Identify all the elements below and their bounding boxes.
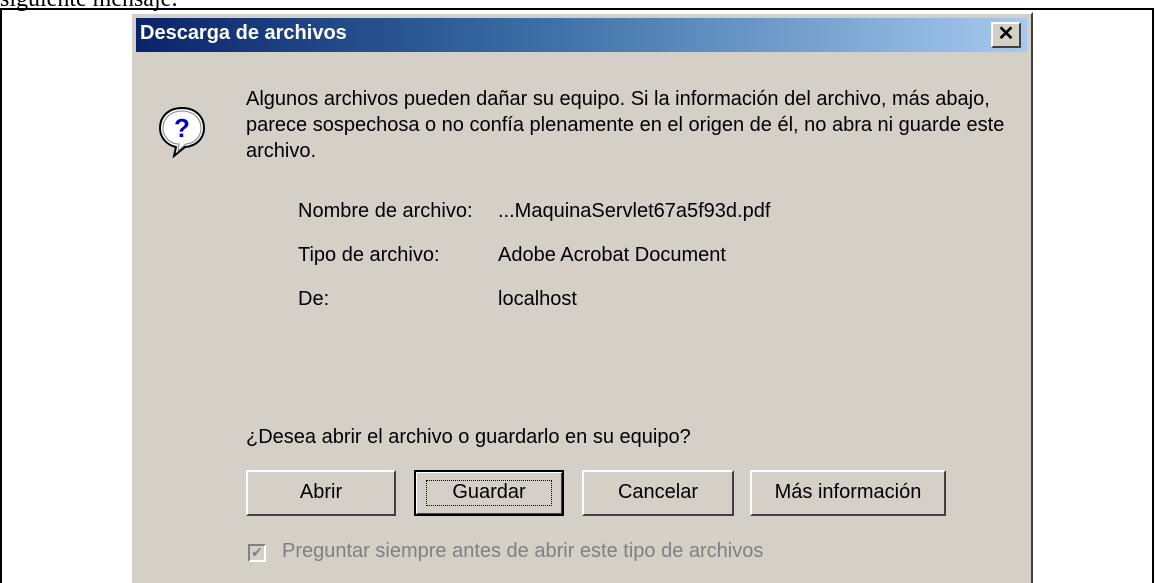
save-button[interactable]: Guardar [414,470,564,516]
close-button[interactable]: ✕ [991,22,1021,48]
file-type-value: Adobe Acrobat Document [498,244,726,266]
save-button-label: Guardar [452,481,526,503]
open-button-label: Abrir [299,481,343,503]
checkmark-icon: ✔ [251,545,263,561]
from-label: De: [298,288,330,310]
close-icon: ✕ [997,23,1015,45]
table-border-left [0,8,2,583]
file-type-label: Tipo de archivo: [298,244,440,266]
question-icon: ? [158,106,206,158]
file-name-label: Nombre de archivo: [298,200,473,222]
document-page: siguiente mensaje: Descarga de archivos … [0,0,1155,583]
table-border-right [1152,8,1154,583]
always-ask-label: Preguntar siempre antes de abrir este ti… [282,540,764,562]
warning-message: Algunos archivos pueden dañar su equipo.… [246,88,1005,162]
file-name-value: ...MaquinaServlet67a5f93d.pdf [498,200,771,222]
more-info-button[interactable]: Más información [750,470,946,516]
from-value: localhost [498,288,577,310]
open-save-question: ¿Desea abrir el archivo o guardarlo en s… [246,426,691,448]
always-ask-checkbox[interactable]: ✔ [248,544,266,562]
file-download-dialog: Descarga de archivos ✕ ? Algunos archivo… [130,12,1033,583]
cancel-button-label: Cancelar [617,481,699,503]
svg-text:?: ? [174,113,190,143]
open-button[interactable]: Abrir [246,470,396,516]
cancel-button[interactable]: Cancelar [582,470,734,516]
title-bar[interactable]: Descarga de archivos ✕ [136,18,1027,52]
table-border-top [0,8,1154,10]
dialog-title: Descarga de archivos [140,22,347,44]
more-info-button-label: Más información [774,481,922,503]
